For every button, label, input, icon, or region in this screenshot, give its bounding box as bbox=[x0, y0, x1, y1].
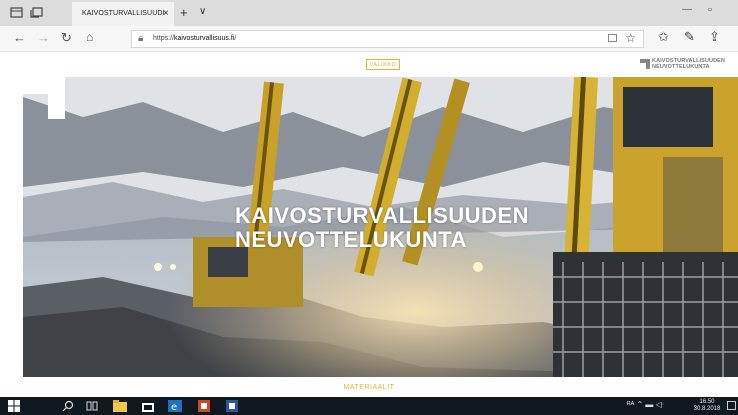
hero-title-line1: KAIVOSTURVALLISUUDEN bbox=[235, 203, 529, 228]
minimize-window-icon[interactable]: — bbox=[682, 4, 692, 15]
task-view-icon[interactable] bbox=[86, 400, 98, 412]
taskbar-clock[interactable]: 16.50 30.8.2018 bbox=[690, 399, 724, 413]
browser-nav-bar: ← → ↻ ⌂ 🔒︎ https://kaivosturvallisuus.fi… bbox=[0, 26, 738, 52]
system-tray[interactable]: ᴿᴬ ⌃ ▬ ◁ᐧ bbox=[627, 400, 664, 409]
tab-close-icon[interactable]: × bbox=[163, 8, 169, 19]
active-tab[interactable]: KAIVOSTURVALLISUUDI × bbox=[72, 2, 174, 26]
home-icon[interactable]: ⌂ bbox=[86, 30, 93, 44]
url-text[interactable]: https://kaivosturvallisuus.fi/ bbox=[153, 35, 236, 42]
word-app-icon[interactable] bbox=[226, 400, 238, 412]
restore-window-icon[interactable]: ▫ bbox=[708, 4, 712, 16]
share-icon[interactable]: ⇪ bbox=[709, 29, 720, 45]
chevron-down-icon[interactable]: ∨ bbox=[199, 6, 206, 17]
hero-image: KAIVOSTURVALLISUUDEN NEUVOTTELUKUNTA bbox=[23, 77, 738, 377]
forward-arrow-icon[interactable]: → bbox=[37, 30, 50, 45]
svg-text:e: e bbox=[171, 402, 177, 412]
lock-icon: 🔒︎ bbox=[138, 33, 144, 44]
clock-date: 30.8.2018 bbox=[693, 406, 721, 412]
tab-title: KAIVOSTURVALLISUUDI bbox=[82, 10, 165, 17]
new-tab-button[interactable]: + bbox=[180, 5, 188, 20]
hero-title-line2: NEUVOTTELUKUNTA bbox=[235, 227, 467, 252]
materials-link[interactable]: MATERIAALIT bbox=[0, 384, 738, 391]
windows-taskbar: e ᴿᴬ ⌃ ▬ ◁ᐧ 16.50 30.8.2018 bbox=[0, 397, 738, 415]
office-app-icon[interactable] bbox=[198, 400, 210, 412]
refresh-icon[interactable]: ↻ bbox=[61, 30, 72, 46]
hero-logo-mark-icon bbox=[23, 77, 65, 119]
edge-browser-icon[interactable]: e bbox=[168, 400, 182, 412]
file-explorer-icon[interactable] bbox=[113, 400, 127, 412]
browser-tab-bar: KAIVOSTURVALLISUUDI × + ∨ — ▫ bbox=[0, 0, 738, 26]
favorites-hub-icon[interactable]: ✩ bbox=[658, 29, 669, 45]
tab-preview-icon[interactable] bbox=[10, 7, 23, 18]
clock-time: 16.50 bbox=[699, 399, 715, 405]
back-arrow-icon[interactable]: ← bbox=[13, 30, 26, 45]
menu-button[interactable]: VALIKKO bbox=[366, 59, 400, 70]
windows-start-icon[interactable] bbox=[8, 400, 20, 412]
reading-view-icon[interactable] bbox=[608, 34, 617, 42]
web-note-pen-icon[interactable]: ✎ bbox=[684, 29, 695, 45]
logo-mark-icon bbox=[640, 59, 650, 69]
action-center-icon[interactable] bbox=[727, 401, 736, 410]
web-page: VALIKKO KAIVOSTURVALLISUUDEN NEUVOTTELUK… bbox=[0, 53, 738, 397]
search-icon[interactable] bbox=[62, 400, 74, 412]
favorite-star-icon[interactable]: ☆ bbox=[625, 31, 636, 45]
store-icon[interactable] bbox=[141, 400, 155, 412]
tabs-aside-icon[interactable] bbox=[30, 7, 43, 18]
address-bar[interactable]: 🔒︎ https://kaivosturvallisuus.fi/ ☆ bbox=[131, 30, 644, 48]
